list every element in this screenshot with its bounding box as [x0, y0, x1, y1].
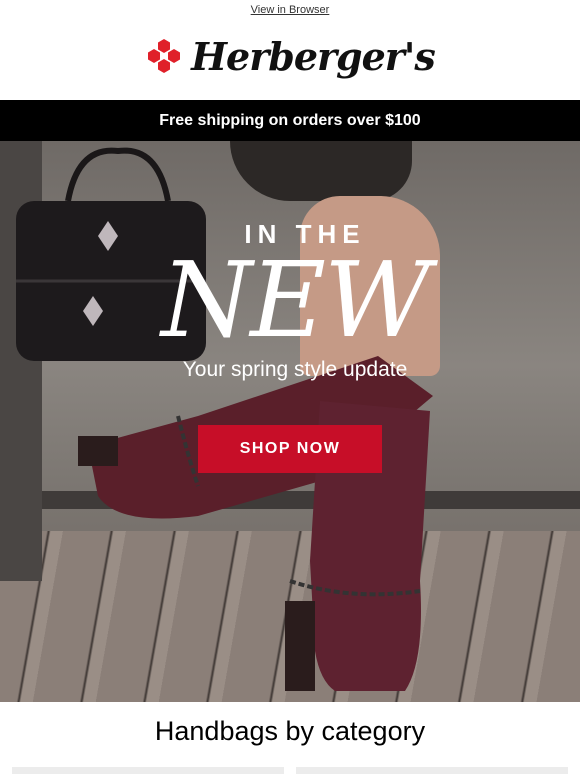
hero-text-block: IN THE NEW Your spring style update: [130, 219, 460, 382]
hero-banner[interactable]: IN THE NEW Your spring style update SHOP…: [0, 141, 580, 702]
brand-flower-icon: [148, 39, 181, 73]
hero-headline: NEW: [161, 239, 431, 361]
shop-now-button[interactable]: SHOP NOW: [198, 425, 382, 473]
top-bar: View in Browser: [0, 0, 580, 16]
shipping-banner: Free shipping on orders over $100: [0, 100, 580, 141]
hero-subtitle: Your spring style update: [182, 358, 408, 381]
shipping-text: Free shipping on orders over $100: [159, 111, 421, 129]
brand-name: Herberger's: [191, 33, 436, 79]
category-tile[interactable]: [296, 767, 568, 774]
section-title: Handbags by category: [154, 716, 426, 746]
brand-logo[interactable]: Herberger's: [0, 12, 580, 100]
leather-skirt: [230, 141, 412, 201]
view-in-browser-link[interactable]: View in Browser: [251, 5, 330, 16]
category-tile[interactable]: [12, 767, 284, 774]
